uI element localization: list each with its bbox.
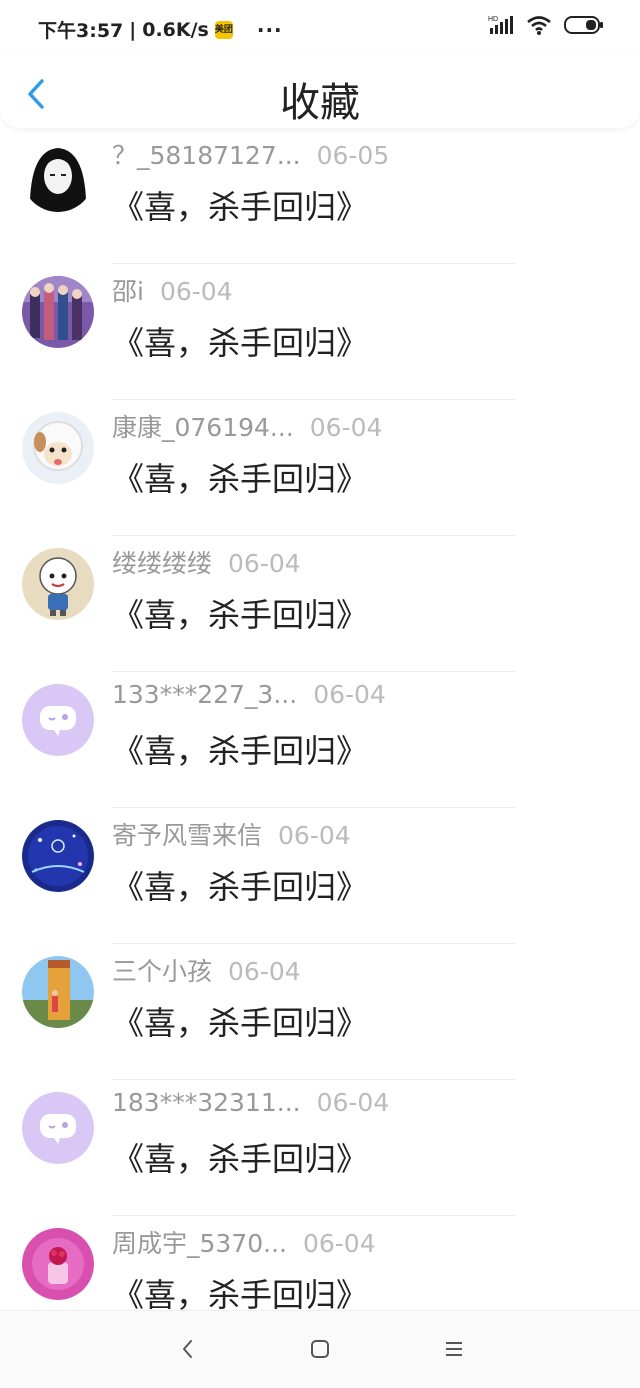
list-item[interactable]: 康康_076194... 06-04 《喜，杀手回归》 <box>0 400 640 536</box>
nav-menu-button[interactable] <box>442 1337 466 1361</box>
page-title: 收藏 <box>280 80 360 126</box>
nav-home-button[interactable] <box>308 1337 332 1361</box>
favorite-date: 06-04 <box>228 957 301 986</box>
avatar-tower[interactable] <box>22 956 94 1028</box>
avatar-night-blue[interactable] <box>22 820 94 892</box>
battery-icon <box>564 16 603 34</box>
user-name: 周成宇_5370... <box>112 1229 287 1258</box>
wifi-icon <box>527 16 551 35</box>
avatar-cartoon-sheep[interactable] <box>22 548 94 620</box>
item-title: 《喜，杀手回归》 <box>112 1276 369 1310</box>
nav-back-icon <box>183 1340 192 1358</box>
user-name-line: ？_58187127... 06-05 <box>112 136 389 172</box>
user-name-line: 康康_076194... 06-04 <box>112 408 382 444</box>
list-item[interactable]: 缕缕缕缕 06-04 《喜，杀手回归》 <box>0 536 640 672</box>
favorites-list: ？_58187127... 06-05 《喜，杀手回归》 邵i 06-04 《喜，杀… <box>0 128 640 1310</box>
user-name: 133***227_3... <box>112 680 298 709</box>
item-title: 《喜，杀手回归》 <box>112 732 369 770</box>
user-name: 183***32311... <box>112 1088 301 1117</box>
user-name: 邵i <box>112 277 144 306</box>
item-title: 《喜，杀手回归》 <box>112 1140 369 1178</box>
favorite-date: 06-04 <box>228 549 301 578</box>
avatar-default-purple[interactable] <box>22 1092 94 1164</box>
user-name: 三个小孩 <box>112 957 213 986</box>
list-item[interactable]: 183***32311... 06-04 《喜，杀手回归》 <box>0 1080 640 1216</box>
list-item[interactable]: 寄予风雪来信 06-04 《喜，杀手回归》 <box>0 808 640 944</box>
avatar-sheep[interactable] <box>22 412 94 484</box>
status-left: 下午3:57 | 0.6K/s 美团 ··· <box>38 16 283 43</box>
favorite-date: 06-04 <box>309 413 383 442</box>
more-notifications-icon: ··· <box>256 17 283 42</box>
item-title: 《喜，杀手回归》 <box>112 460 369 498</box>
user-name-line: 缕缕缕缕 06-04 <box>112 544 301 580</box>
list-item[interactable]: 周成宇_5370... 06-04 《喜，杀手回归》 <box>0 1216 640 1310</box>
avatar-default-purple[interactable] <box>22 684 94 756</box>
user-name-line: 邵i 06-04 <box>112 272 233 308</box>
favorite-date: 06-04 <box>302 1229 376 1258</box>
nav-home-icon <box>311 1340 329 1358</box>
user-name: ？_58187127... <box>112 141 301 170</box>
system-nav-bar <box>0 1310 640 1388</box>
list-item[interactable]: 邵i 06-04 《喜，杀手回归》 <box>0 264 640 400</box>
user-name-line: 133***227_3... 06-04 <box>112 680 386 709</box>
user-name: 康康_076194... <box>112 413 294 442</box>
item-title: 《喜，杀手回归》 <box>112 868 369 906</box>
avatar-group[interactable] <box>22 276 94 348</box>
avatar-pink-flower[interactable] <box>22 1228 94 1300</box>
user-name-line: 寄予风雪来信 06-04 <box>112 816 351 852</box>
user-name: 寄予风雪来信 <box>112 821 263 850</box>
favorite-date: 06-04 <box>159 277 233 306</box>
status-right: HD <box>488 14 604 36</box>
network-type-label: HD <box>488 16 498 23</box>
favorite-date: 06-04 <box>316 1088 390 1117</box>
nav-back-button[interactable] <box>176 1337 200 1361</box>
user-name-line: 183***32311... 06-04 <box>112 1088 389 1117</box>
status-speed: 0.6K/s <box>142 18 209 41</box>
status-time: 下午3:57 <box>38 20 124 42</box>
list-item[interactable]: 133***227_3... 06-04 《喜，杀手回归》 <box>0 672 640 808</box>
favorite-date: 06-04 <box>313 680 386 709</box>
nav-menu-icon <box>446 1342 462 1356</box>
status-bar: 下午3:57 | 0.6K/s 美团 ··· HD <box>0 0 640 56</box>
user-name-line: 周成宇_5370... 06-04 <box>112 1224 376 1260</box>
item-title: 《喜，杀手回归》 <box>112 596 369 634</box>
user-name-line: 三个小孩 06-04 <box>112 952 301 988</box>
user-name: 缕缕缕缕 <box>112 549 213 578</box>
list-item[interactable]: 三个小孩 06-04 《喜，杀手回归》 <box>0 944 640 1080</box>
meituan-app-icon: 美团 <box>214 20 233 39</box>
header: 收藏 <box>0 56 640 128</box>
status-separator: | <box>129 18 137 41</box>
item-title: 《喜，杀手回归》 <box>112 188 369 226</box>
list-item[interactable]: ？_58187127... 06-05 《喜，杀手回归》 <box>0 128 640 264</box>
favorite-date: 06-05 <box>316 141 390 170</box>
avatar-dark-hair[interactable] <box>22 140 94 212</box>
item-title: 《喜，杀手回归》 <box>112 1004 369 1042</box>
signal-icon: HD <box>488 16 513 34</box>
item-title: 《喜，杀手回归》 <box>112 324 369 362</box>
favorite-date: 06-04 <box>278 821 351 850</box>
